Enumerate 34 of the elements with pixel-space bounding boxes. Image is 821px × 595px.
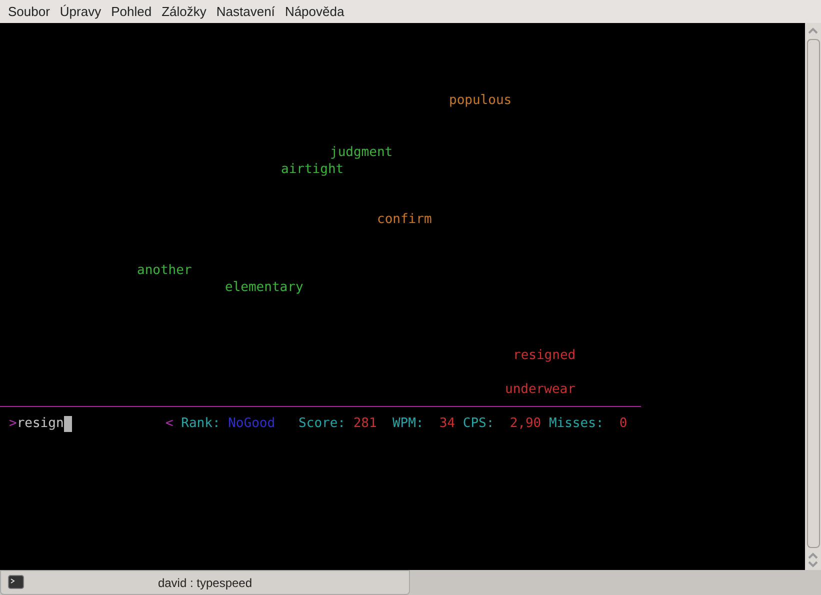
menu-item[interactable]: Úpravy (56, 2, 106, 22)
menu-item[interactable]: Soubor (4, 2, 54, 22)
stat-label: Misses: (548, 416, 604, 432)
falling-word: airtight (281, 162, 344, 178)
stat-label: CPS: (462, 416, 494, 432)
prompt: > (9, 416, 17, 432)
stat-value: 0 (619, 416, 628, 432)
terminal-icon (8, 575, 24, 589)
falling-word: populous (449, 93, 512, 109)
menu-item[interactable]: Záložky (158, 2, 210, 22)
stat-value: 2,90 (510, 416, 542, 432)
falling-word: elementary (225, 280, 304, 296)
menu-item[interactable]: Pohled (107, 2, 156, 22)
falling-word: underwear (505, 382, 576, 398)
taskbar-task[interactable]: david : typespeed (0, 570, 410, 595)
scroll-thumb[interactable] (806, 39, 820, 548)
typed-input[interactable]: resign (16, 416, 64, 432)
cursor (64, 416, 72, 432)
scroll-up-icon[interactable] (808, 27, 818, 35)
stat-label: WPM: (392, 416, 424, 432)
stat-value: 34 (439, 416, 456, 432)
menu-item[interactable]: Nápověda (280, 2, 348, 22)
menu-item[interactable]: Nastavení (212, 2, 279, 22)
falling-word: confirm (377, 212, 432, 228)
stat-label: Score: (298, 416, 346, 432)
rank-value: NoGood (228, 416, 276, 432)
stat-value: 281 (353, 416, 377, 432)
falling-word: resigned (513, 348, 576, 364)
scroll-up-icon[interactable] (808, 552, 818, 560)
falling-word: judgment (330, 145, 393, 161)
scroll-down-icon[interactable] (808, 560, 818, 568)
stat-label: Rank: (181, 416, 220, 432)
falling-word: another (137, 263, 192, 279)
marker-glyph: < (166, 416, 174, 432)
